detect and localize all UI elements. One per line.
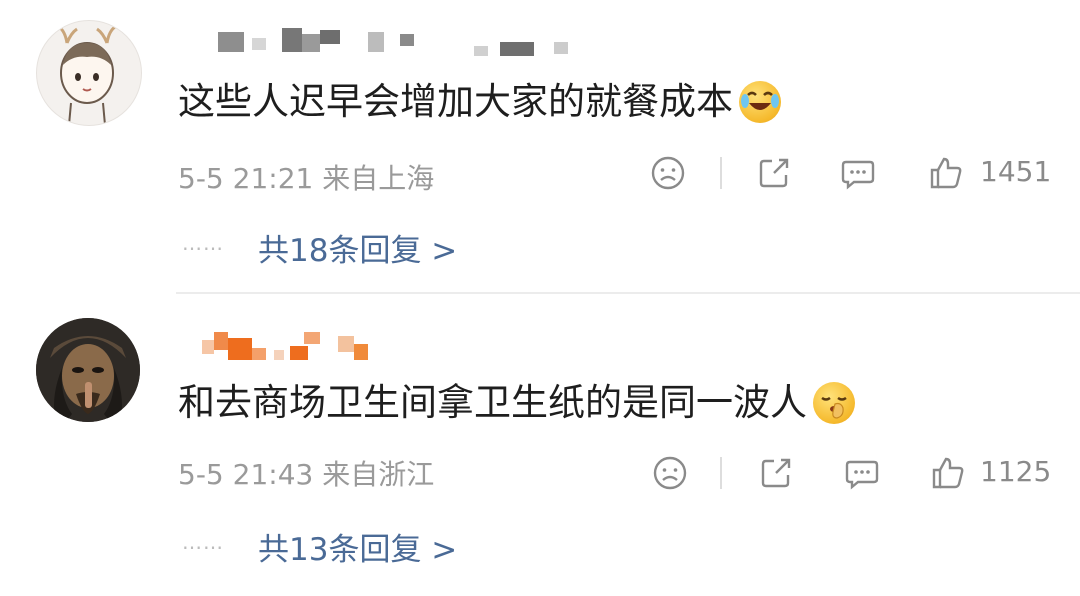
comment-meta: 5-5 21:43 来自浙江 (178, 458, 435, 491)
laughing-crying-emoji-icon (739, 81, 781, 123)
avatar-illustration (36, 318, 140, 422)
comment-meta: 5-5 21:21 来自上海 (178, 162, 435, 195)
username-blurred[interactable] (178, 332, 598, 360)
comment-actions: 1451 (650, 151, 1052, 195)
comment-text-content: 这些人迟早会增加大家的就餐成本 (178, 80, 733, 123)
frown-face-icon[interactable] (650, 155, 686, 191)
comment-actions: 1125 (650, 451, 1052, 495)
thumbs-up-icon[interactable] (930, 455, 966, 491)
avatar-illustration (58, 25, 116, 125)
username-blurred[interactable] (178, 28, 598, 56)
comment-bubble-icon[interactable] (844, 455, 880, 491)
replies-dots: …… (182, 231, 224, 255)
share-icon[interactable] (756, 155, 792, 191)
avatar[interactable] (36, 318, 140, 422)
comment-item: 这些人迟早会增加大家的就餐成本 5-5 21:21 来自上海 1451 …… 共… (0, 0, 1080, 294)
comment-text: 这些人迟早会增加大家的就餐成本 (178, 80, 781, 124)
shush-emoji-icon (813, 382, 855, 424)
comment-item: 和去商场卫生间拿卫生纸的是同一波人 5-5 21:43 来自浙江 1125 ……… (0, 296, 1080, 596)
comment-text: 和去商场卫生间拿卫生纸的是同一波人 (178, 381, 855, 425)
share-icon[interactable] (758, 455, 794, 491)
comment-bubble-icon[interactable] (840, 155, 876, 191)
view-replies-link[interactable]: 共18条回复 > (258, 225, 457, 270)
thumbs-up-icon[interactable] (928, 155, 964, 191)
comment-text-content: 和去商场卫生间拿卫生纸的是同一波人 (178, 381, 807, 424)
action-separator (720, 157, 722, 189)
replies-dots: …… (182, 530, 224, 554)
like-count: 1451 (980, 155, 1052, 188)
action-separator (720, 457, 722, 489)
frown-face-icon[interactable] (652, 455, 688, 491)
view-replies-link[interactable]: 共13条回复 > (258, 524, 457, 569)
comment-divider (176, 292, 1080, 294)
avatar[interactable] (36, 20, 142, 126)
like-count: 1125 (980, 455, 1052, 488)
